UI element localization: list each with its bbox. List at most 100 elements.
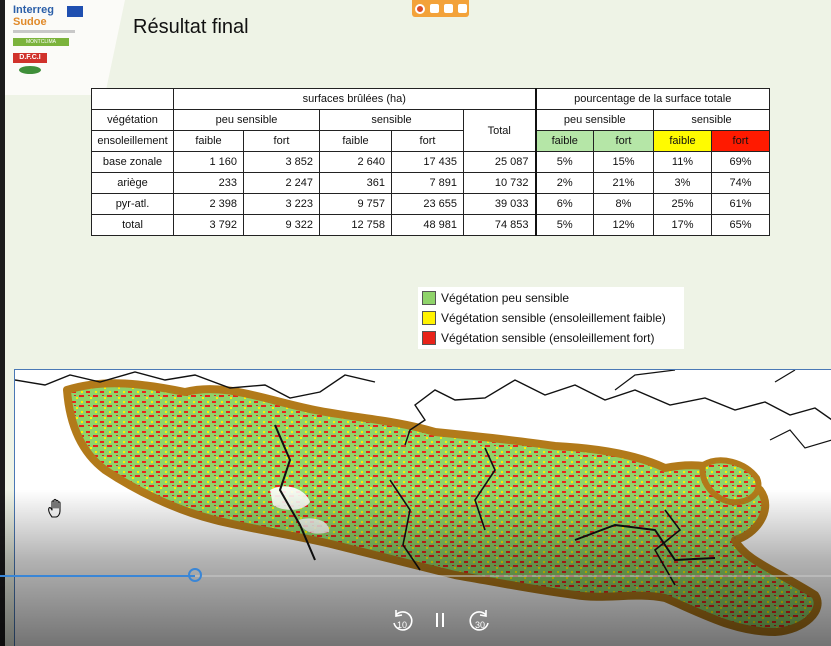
table-cell: 17 435 [391,151,464,173]
peu-sensible-header: peu sensible [173,109,320,131]
dfci-emblem-icon [19,66,41,74]
surfaces-header: surfaces brûlées (ha) [173,88,536,110]
results-table: surfaces brûlées (ha) pourcentage de la … [91,88,770,236]
pct-faible-header-green: faible [534,130,594,152]
table-header-row-3: ensoleillement faible fort faible fort f… [91,130,770,152]
table-cell: 3 223 [243,193,320,215]
table-cell: 2 398 [173,193,244,215]
legend-label: Végétation sensible (ensoleillement faib… [441,311,666,325]
table-cell: 5% [534,151,594,173]
table-cell: 23 655 [391,193,464,215]
record-icon[interactable] [414,3,425,14]
legend-item: Végétation sensible (ensoleillement fort… [422,331,654,345]
percent-header: pourcentage de la surface totale [534,88,770,110]
faible-header: faible [173,130,244,152]
table-cell: 61% [711,193,770,215]
pause-icon [436,613,444,627]
table-cell: 7 891 [391,172,464,194]
progress-scrubber-handle[interactable] [188,568,202,582]
table-cell: 12 758 [319,214,392,236]
pct-fort-header-green: fort [593,130,654,152]
table-row: ariège 233 2 247 361 7 891 10 732 2% 21%… [91,172,770,194]
legend-item: Végétation peu sensible [422,291,569,305]
row-label: base zonale [91,151,174,173]
table-cell: 361 [319,172,392,194]
table-row: total 3 792 9 322 12 758 48 981 74 853 5… [91,214,770,236]
ensoleillement-label: ensoleillement [91,130,174,152]
table-cell: 69% [711,151,770,173]
map-legend: Végétation peu sensible Végétation sensi… [418,287,684,349]
table-header-row-1: surfaces brûlées (ha) pourcentage de la … [91,88,770,110]
table-cell: 17% [653,214,712,236]
sudoe-logo: Sudoe [13,16,47,28]
table-cell: 233 [173,172,244,194]
pct-faible-header-yellow: faible [653,130,712,152]
row-label: total [91,214,174,236]
table-cell: 9 322 [243,214,320,236]
rewind-10-button[interactable]: 10 [388,607,416,635]
table-cell: 74 853 [463,214,536,236]
table-cell: 65% [711,214,770,236]
microphone-icon[interactable] [443,4,453,13]
interreg-logo: Interreg [13,4,54,16]
table-cell: 3% [653,172,712,194]
screen-share-icon[interactable] [457,4,467,13]
pause-button[interactable] [426,607,454,635]
table-cell: 25 087 [463,151,536,173]
table-cell: 3 852 [243,151,320,173]
legend-swatch-yellow [422,311,436,325]
total-header: Total [463,109,536,152]
logo-panel: Interreg Sudoe MONTCLIMA D.F.C.I [5,0,125,95]
forward-label: 30 [474,620,485,630]
table-cell: 9 757 [319,193,392,215]
forward-30-button[interactable]: 30 [466,607,494,635]
legend-label: Végétation peu sensible [441,291,570,305]
legend-swatch-green [422,291,436,305]
legend-item: Végétation sensible (ensoleillement faib… [422,311,666,325]
table-cell: 5% [534,214,594,236]
empty-header-cell [91,88,174,110]
table-cell: 48 981 [391,214,464,236]
pct-fort-header-red: fort [711,130,770,152]
table-cell: 3 792 [173,214,244,236]
fort-header: fort [243,130,320,152]
pct-sensible-header: sensible [653,109,770,131]
faible-header: faible [319,130,392,152]
pct-peu-sensible-header: peu sensible [534,109,654,131]
table-cell: 15% [593,151,654,173]
dfci-logo: D.F.C.I [13,53,47,63]
eu-flag-icon [67,6,83,17]
table-cell: 21% [593,172,654,194]
border-line [769,429,831,449]
border-line [614,370,676,391]
recording-toolbar[interactable] [412,0,469,17]
table-cell: 2 247 [243,172,320,194]
table-cell: 2 640 [319,151,392,173]
table-cell: 12% [593,214,654,236]
vegetation-label: végétation [91,109,174,131]
table-cell: 11% [653,151,712,173]
table-row: base zonale 1 160 3 852 2 640 17 435 25 … [91,151,770,173]
progress-fill [0,575,195,577]
legend-label: Végétation sensible (ensoleillement fort… [441,331,655,345]
row-label: pyr-atl. [91,193,174,215]
slide: Interreg Sudoe MONTCLIMA D.F.C.I Résulta… [0,0,831,646]
table-cell: 6% [534,193,594,215]
table-cell: 1 160 [173,151,244,173]
sensible-header: sensible [319,109,464,131]
slide-title: Résultat final [133,16,249,38]
rewind-label: 10 [396,620,407,630]
camera-icon[interactable] [429,4,439,13]
table-header-row-2: végétation peu sensible sensible Total p… [91,109,770,152]
table-row: pyr-atl. 2 398 3 223 9 757 23 655 39 033… [91,193,770,215]
table-cell: 39 033 [463,193,536,215]
legend-swatch-red [422,331,436,345]
table-cell: 2% [534,172,594,194]
table-cell: 10 732 [463,172,536,194]
row-label: ariège [91,172,174,194]
border-line [774,370,796,383]
table-cell: 25% [653,193,712,215]
table-cell: 8% [593,193,654,215]
montclima-logo: MONTCLIMA [13,38,69,46]
fort-header: fort [391,130,464,152]
